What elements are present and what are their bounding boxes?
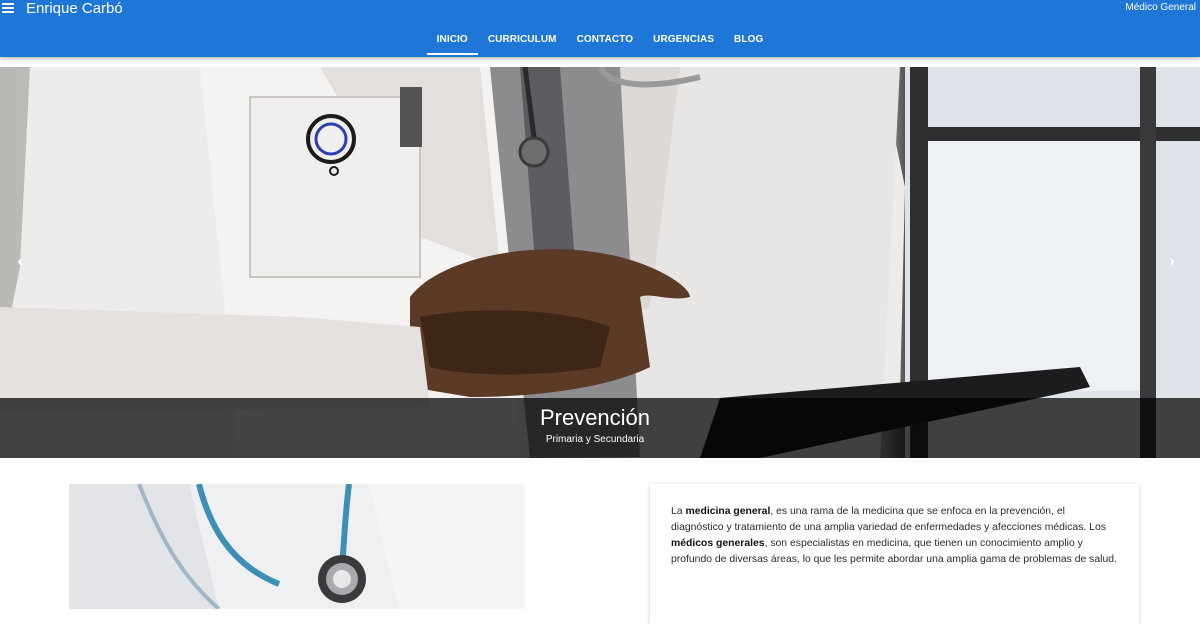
- intro-card: La medicina general, es una rama de la m…: [650, 484, 1139, 624]
- stethoscope-image: [69, 484, 525, 609]
- nav-item-curriculum[interactable]: CURRICULUM: [478, 28, 567, 55]
- app-bar: Enrique Carbó Médico General INICIO CURR…: [0, 0, 1200, 57]
- slide-subtitle: Primaria y Secundaria: [545, 434, 645, 445]
- hero-carousel: Prevención Primaria y Secundaria ‹ ›: [0, 67, 1200, 458]
- intro-highlight: médicos generales: [671, 538, 765, 549]
- nav-item-blog[interactable]: BLOG: [724, 28, 773, 55]
- hamburger-menu-icon[interactable]: [2, 3, 14, 15]
- site-tagline: Médico General: [1125, 2, 1196, 13]
- nav-item-inicio[interactable]: INICIO: [426, 28, 478, 55]
- slide-title: Prevención: [539, 405, 651, 430]
- main-nav: INICIO CURRICULUM CONTACTO URGENCIAS BLO…: [0, 28, 1200, 55]
- site-title[interactable]: Enrique Carbó: [26, 0, 123, 17]
- intro-highlight: medicina general: [685, 506, 771, 517]
- nav-item-contacto[interactable]: CONTACTO: [567, 28, 644, 55]
- chevron-left-icon[interactable]: ‹: [12, 252, 28, 272]
- chevron-right-icon[interactable]: ›: [1164, 252, 1180, 272]
- intro-paragraph: La medicina general, es una rama de la m…: [671, 504, 1119, 568]
- nav-item-urgencias[interactable]: URGENCIAS: [643, 28, 724, 55]
- intro-text: La: [671, 506, 686, 517]
